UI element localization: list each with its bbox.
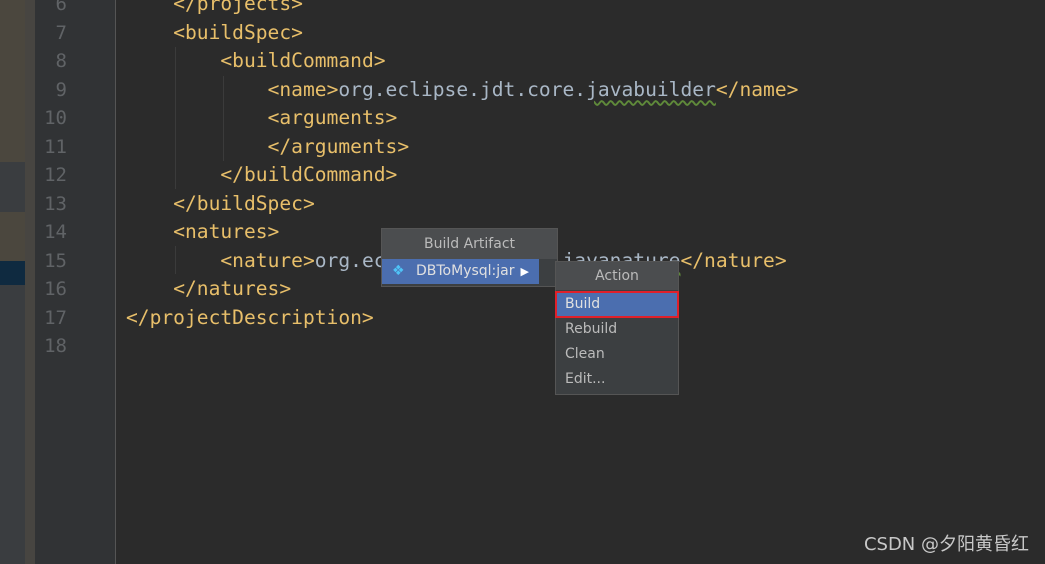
indent-guide <box>175 246 176 274</box>
action-item-edit[interactable]: Edit... <box>556 367 678 392</box>
code-line: </projectDescription> <box>126 304 374 333</box>
xml-tag: </buildSpec> <box>173 191 315 215</box>
build-artifact-popup: Build Artifact ❖ DBToMysql:jar ▶ <box>381 228 558 287</box>
change-marker-strip <box>0 0 25 162</box>
code-line: <buildSpec> <box>173 19 303 48</box>
line-number: 18 <box>44 335 67 357</box>
code-line: </natures> <box>173 275 291 304</box>
line-number: 12 <box>44 164 67 186</box>
code-line: </buildSpec> <box>173 190 315 219</box>
code-line: <natures> <box>173 218 279 247</box>
code-line: <name>org.eclipse.jdt.core.javabuilder</… <box>268 76 799 105</box>
popup-title: Action <box>556 262 678 290</box>
xml-text: javabuilder <box>586 77 716 101</box>
popup-title: Build Artifact <box>382 229 557 259</box>
indent-guide <box>175 47 176 189</box>
gutter-scroll-strip <box>25 0 35 564</box>
watermark: CSDN @夕阳黄昏红 <box>863 534 1029 555</box>
xml-tag: <buildSpec> <box>173 20 303 44</box>
line-number: 11 <box>44 135 67 158</box>
change-marker-strip <box>0 285 25 564</box>
change-marker-strip <box>0 261 25 285</box>
triangle-right-icon: ▶ <box>520 265 529 278</box>
artifact-diamond-icon: ❖ <box>392 263 405 279</box>
xml-tag: </buildCommand> <box>220 163 398 186</box>
xml-tag: </name> <box>715 77 799 101</box>
change-marker-strip <box>0 212 25 261</box>
change-marker-strip <box>0 162 25 212</box>
indent-guide <box>223 76 224 161</box>
xml-tag: <nature> <box>220 248 315 272</box>
action-item-clean[interactable]: Clean <box>556 342 678 367</box>
line-number: 14 <box>44 221 67 243</box>
line-number: 16 <box>44 278 67 300</box>
line-number: 10 <box>44 107 67 129</box>
line-number: 8 <box>55 50 67 72</box>
xml-tag: </natures> <box>173 277 292 300</box>
code-line: </buildCommand> <box>220 161 397 190</box>
action-item-rebuild[interactable]: Rebuild <box>556 317 678 342</box>
line-number: 7 <box>55 21 67 44</box>
artifact-label: DBToMysql:jar <box>416 263 515 279</box>
xml-tag: <natures> <box>173 220 280 243</box>
code-line: </projects> <box>173 0 303 19</box>
code-line: <arguments> <box>268 104 398 133</box>
code-line: <buildCommand> <box>220 47 385 76</box>
xml-tag: <arguments> <box>267 106 398 129</box>
xml-tag: </arguments> <box>267 134 410 158</box>
xml-tag: </projectDescription> <box>126 305 374 329</box>
artifact-item[interactable]: ❖ DBToMysql:jar ▶ <box>382 259 539 284</box>
xml-tag: <name> <box>267 77 339 101</box>
line-number: 9 <box>55 78 67 101</box>
xml-tag: </projects> <box>173 0 303 15</box>
action-popup: Action Build Rebuild Clean Edit... <box>555 261 679 395</box>
xml-text: org.eclipse.jdt.core. <box>338 77 587 101</box>
action-item-build[interactable]: Build <box>555 291 679 318</box>
line-number: 15 <box>44 249 67 272</box>
line-number: 6 <box>55 0 67 15</box>
line-number: 13 <box>44 192 67 215</box>
xml-tag: </nature> <box>680 248 787 272</box>
code-line: </arguments> <box>268 133 410 162</box>
line-number: 17 <box>44 306 67 329</box>
xml-tag: <buildCommand> <box>220 49 386 72</box>
